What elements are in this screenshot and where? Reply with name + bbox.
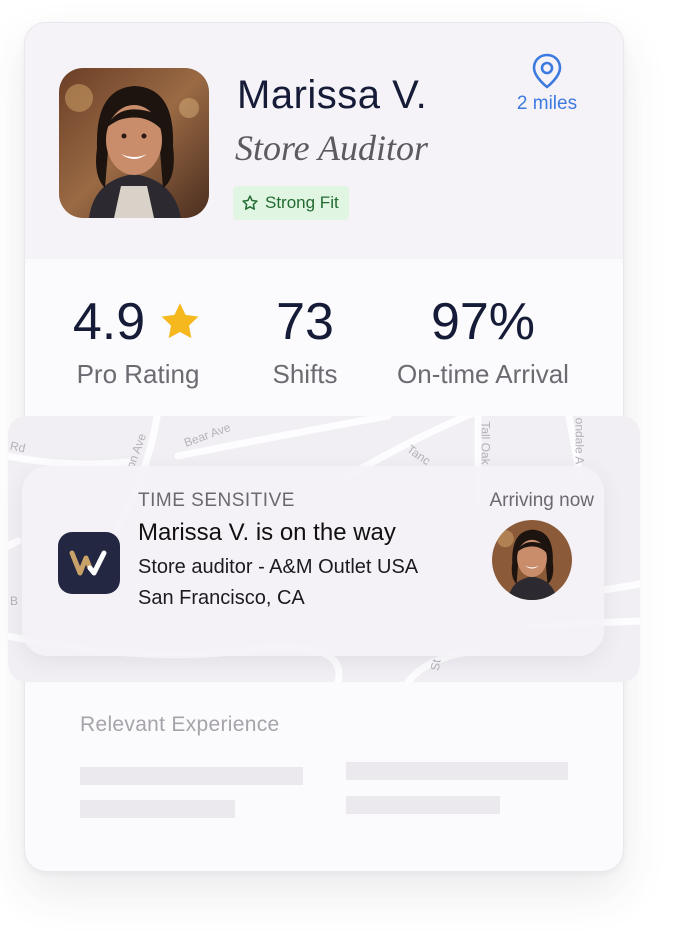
skeleton-line bbox=[346, 796, 500, 814]
rating-label: Pro Rating bbox=[76, 359, 200, 389]
distance-indicator: 2 miles bbox=[511, 53, 583, 115]
stat-on-time-arrival: 97% On-time Arrival bbox=[381, 289, 585, 390]
relevant-experience-title: Relevant Experience bbox=[80, 713, 280, 736]
notification-avatar bbox=[492, 520, 572, 600]
arrival-label: On-time Arrival bbox=[397, 359, 569, 389]
notification-category: TIME SENSITIVE bbox=[138, 490, 295, 511]
stat-pro-rating: 4.9 Pro Rating bbox=[63, 289, 213, 390]
skeleton-line bbox=[80, 767, 303, 785]
map-street-label: ondale A bbox=[572, 417, 587, 465]
map-street-label: St bbox=[427, 658, 444, 672]
skeleton-line bbox=[80, 800, 235, 818]
strong-fit-label: Strong Fit bbox=[265, 193, 339, 212]
stat-shifts: 73 Shifts bbox=[260, 289, 350, 390]
skeleton-line bbox=[346, 762, 568, 780]
notification-title: Marissa V. is on the way bbox=[138, 519, 396, 546]
app-icon bbox=[58, 532, 120, 594]
shifts-value: 73 bbox=[276, 293, 334, 351]
notification-time: Arriving now bbox=[489, 490, 594, 511]
strong-fit-badge: Strong Fit bbox=[233, 186, 349, 220]
rating-value: 4.9 bbox=[72, 293, 146, 351]
star-outline-icon bbox=[242, 195, 258, 210]
avatar bbox=[59, 68, 209, 218]
map-street-label: Tall Oak bbox=[478, 421, 493, 465]
map-street-label: B bbox=[10, 594, 19, 608]
notification-line-1: Store auditor - A&M Outlet USA bbox=[138, 556, 419, 578]
notification-body: Store auditor - A&M Outlet USA San Franc… bbox=[138, 552, 418, 614]
distance-text: 2 miles bbox=[516, 93, 578, 114]
stats-row: 4.9 Pro Rating 73 Shifts 97% On-time Arr… bbox=[25, 259, 623, 419]
profile-role: Store Auditor bbox=[235, 128, 429, 168]
w-logo-icon bbox=[69, 550, 107, 576]
profile-name: Marissa V. bbox=[237, 73, 428, 117]
map-street-label: Rd bbox=[8, 438, 27, 456]
star-icon bbox=[161, 303, 199, 339]
shifts-label: Shifts bbox=[272, 359, 338, 389]
profile-header: Marissa V. Store Auditor Strong Fit 2 mi… bbox=[25, 23, 623, 259]
arrival-value: 97% bbox=[430, 293, 536, 351]
arrival-notification[interactable]: TIME SENSITIVE Arriving now Marissa V. i… bbox=[22, 466, 604, 656]
notification-line-2: San Francisco, CA bbox=[138, 587, 305, 609]
location-pin-icon bbox=[532, 53, 562, 89]
